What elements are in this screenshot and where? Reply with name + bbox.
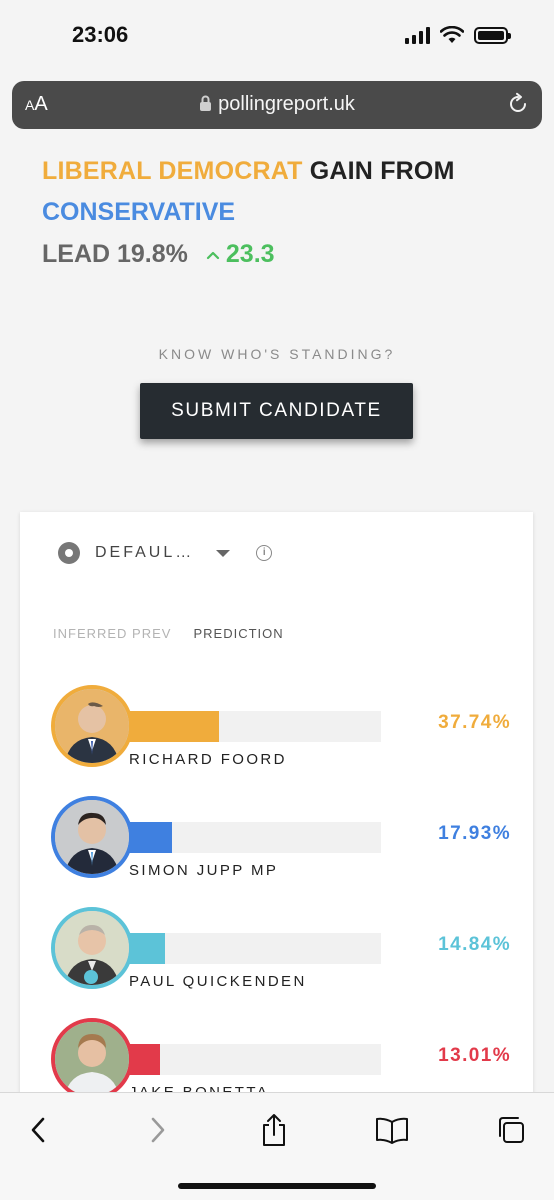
- status-icons: [405, 26, 511, 44]
- wifi-icon: [440, 26, 464, 43]
- scenario-label[interactable]: DEFAUL…: [95, 544, 194, 562]
- candidate-name: SIMON JUPP MP: [129, 862, 279, 879]
- url-display[interactable]: pollingreport.uk: [12, 93, 542, 116]
- dropdown-arrow-icon[interactable]: [216, 549, 231, 557]
- status-time: 23:06: [72, 22, 129, 47]
- change-indicator: 23.3: [206, 240, 275, 269]
- chevron-up-icon: [206, 251, 219, 259]
- candidate-percent: 14.84%: [438, 934, 511, 955]
- candidate-avatar: [51, 1018, 133, 1100]
- vote-share-bar: [129, 933, 381, 964]
- candidate-name: RICHARD FOORD: [129, 751, 287, 768]
- candidate-percent: 13.01%: [438, 1045, 511, 1066]
- candidate-avatar: [51, 685, 133, 767]
- back-icon[interactable]: [21, 1113, 55, 1147]
- lead-text: LEAD 19.8%: [42, 240, 188, 268]
- candidate-row[interactable]: RICHARD FOORD 37.74%: [51, 685, 511, 769]
- candidate-name: PAUL QUICKENDEN: [129, 973, 307, 990]
- home-indicator: [178, 1183, 376, 1189]
- candidate-avatar: [51, 796, 133, 878]
- result-headline: LIBERAL DEMOCRAT GAIN FROM: [42, 157, 455, 186]
- cellular-signal-icon: [405, 26, 430, 44]
- vote-share-fill: [129, 711, 220, 742]
- battery-icon: [474, 26, 511, 44]
- gain-from-text: GAIN FROM: [309, 157, 455, 185]
- address-bar[interactable]: AA pollingreport.uk: [12, 81, 542, 129]
- tab-inferred-prev[interactable]: INFERRED PREV: [53, 626, 171, 641]
- submit-candidate-button[interactable]: SUBMIT CANDIDATE: [140, 383, 413, 439]
- bookmarks-icon[interactable]: [375, 1113, 409, 1147]
- scenario-selector[interactable]: DEFAUL… i: [58, 542, 273, 564]
- losing-party: CONSERVATIVE: [42, 198, 236, 226]
- view-tabs: INFERRED PREV PREDICTION: [53, 626, 284, 641]
- prediction-card: DEFAUL… i INFERRED PREV PREDICTION RICHA…: [20, 512, 533, 1112]
- vote-share-fill: [129, 933, 165, 964]
- vote-share-fill: [129, 1044, 161, 1075]
- candidate-row[interactable]: SIMON JUPP MP 17.93%: [51, 796, 511, 880]
- tabs-icon[interactable]: [494, 1113, 528, 1147]
- candidate-row[interactable]: JAKE BONETTA 13.01%: [51, 1018, 511, 1102]
- status-bar: 23:06: [0, 0, 554, 72]
- forward-icon[interactable]: [141, 1113, 175, 1147]
- candidate-percent: 17.93%: [438, 823, 511, 844]
- radio-icon[interactable]: [58, 542, 80, 564]
- vote-share-bar: [129, 711, 381, 742]
- vote-share-bar: [129, 1044, 381, 1075]
- know-who-prompt: KNOW WHO'S STANDING?: [158, 346, 396, 362]
- vote-share-fill: [129, 822, 172, 853]
- tab-prediction[interactable]: PREDICTION: [193, 626, 283, 641]
- candidate-avatar: [51, 907, 133, 989]
- lead-row: LEAD 19.8% 23.3: [42, 240, 275, 269]
- info-icon[interactable]: i: [256, 545, 273, 561]
- vote-share-bar: [129, 822, 381, 853]
- candidate-row[interactable]: PAUL QUICKENDEN 14.84%: [51, 907, 511, 991]
- gaining-party: LIBERAL DEMOCRAT: [42, 157, 303, 185]
- change-value: 23.3: [225, 240, 275, 268]
- lock-icon: [200, 95, 212, 111]
- url-text: pollingreport.uk: [218, 93, 355, 115]
- candidate-percent: 37.74%: [438, 712, 511, 733]
- share-icon[interactable]: [257, 1113, 291, 1147]
- reload-icon[interactable]: [506, 92, 530, 116]
